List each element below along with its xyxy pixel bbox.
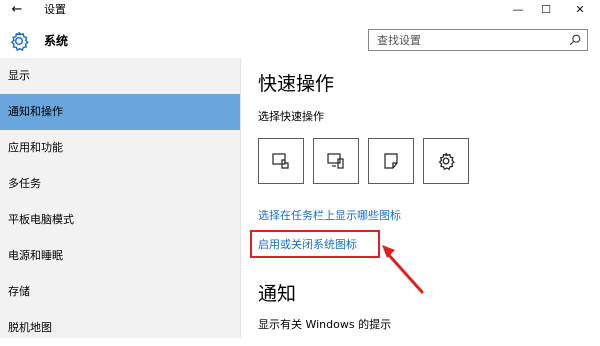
sidebar-item-power-sleep[interactable]: 电源和睡眠 [0, 238, 240, 274]
annotation-arrow-icon [382, 245, 424, 294]
sidebar-item-offline-maps[interactable]: 脱机地图 [0, 310, 240, 346]
sidebar-item-display[interactable]: 显示 [0, 58, 240, 94]
quick-action-tile-connect[interactable] [313, 138, 359, 184]
sidebar-divider [240, 58, 241, 338]
search-input[interactable] [377, 32, 563, 48]
notifications-heading: 通知 [258, 283, 297, 305]
quick-action-tile-tablet-mode[interactable] [258, 138, 304, 184]
maximize-button[interactable]: ☐ [536, 2, 556, 18]
sidebar-item-storage[interactable]: 存储 [0, 274, 240, 310]
minimize-button[interactable]: — [508, 2, 528, 18]
back-button[interactable]: ← [9, 2, 25, 18]
tablet-mode-icon [272, 153, 289, 169]
search-box[interactable] [368, 29, 588, 51]
quick-actions-subtitle: 选择快速操作 [258, 110, 324, 123]
sidebar-item-apps-features[interactable]: 应用和功能 [0, 130, 240, 166]
window-title: 设置 [44, 3, 66, 16]
gear-icon [10, 31, 29, 52]
note-icon [384, 153, 398, 169]
page-title: 系统 [44, 34, 69, 48]
title-bar: ← 设置 — ☐ ✕ [0, 0, 600, 20]
quick-action-tile-note[interactable] [368, 138, 414, 184]
sidebar-item-multitasking[interactable]: 多任务 [0, 166, 240, 202]
link-taskbar-icons[interactable]: 选择在任务栏上显示哪些图标 [258, 209, 401, 223]
settings-icon [438, 152, 455, 171]
sidebar-item-tablet-mode[interactable]: 平板电脑模式 [0, 202, 240, 238]
connect-icon [327, 153, 344, 169]
sidebar-item-notifications-actions[interactable]: 通知和操作 [0, 94, 240, 130]
quick-action-tile-settings[interactable] [423, 138, 469, 184]
quick-actions-heading: 快速操作 [258, 73, 335, 95]
close-button[interactable]: ✕ [570, 2, 590, 18]
search-icon[interactable] [568, 33, 582, 47]
sidebar: 显示 通知和操作 应用和功能 多任务 平板电脑模式 电源和睡眠 存储 脱机地图 [0, 58, 240, 338]
annotation-highlight-box [250, 230, 380, 258]
notifications-tips-text: 显示有关 Windows 的提示 [258, 318, 392, 331]
